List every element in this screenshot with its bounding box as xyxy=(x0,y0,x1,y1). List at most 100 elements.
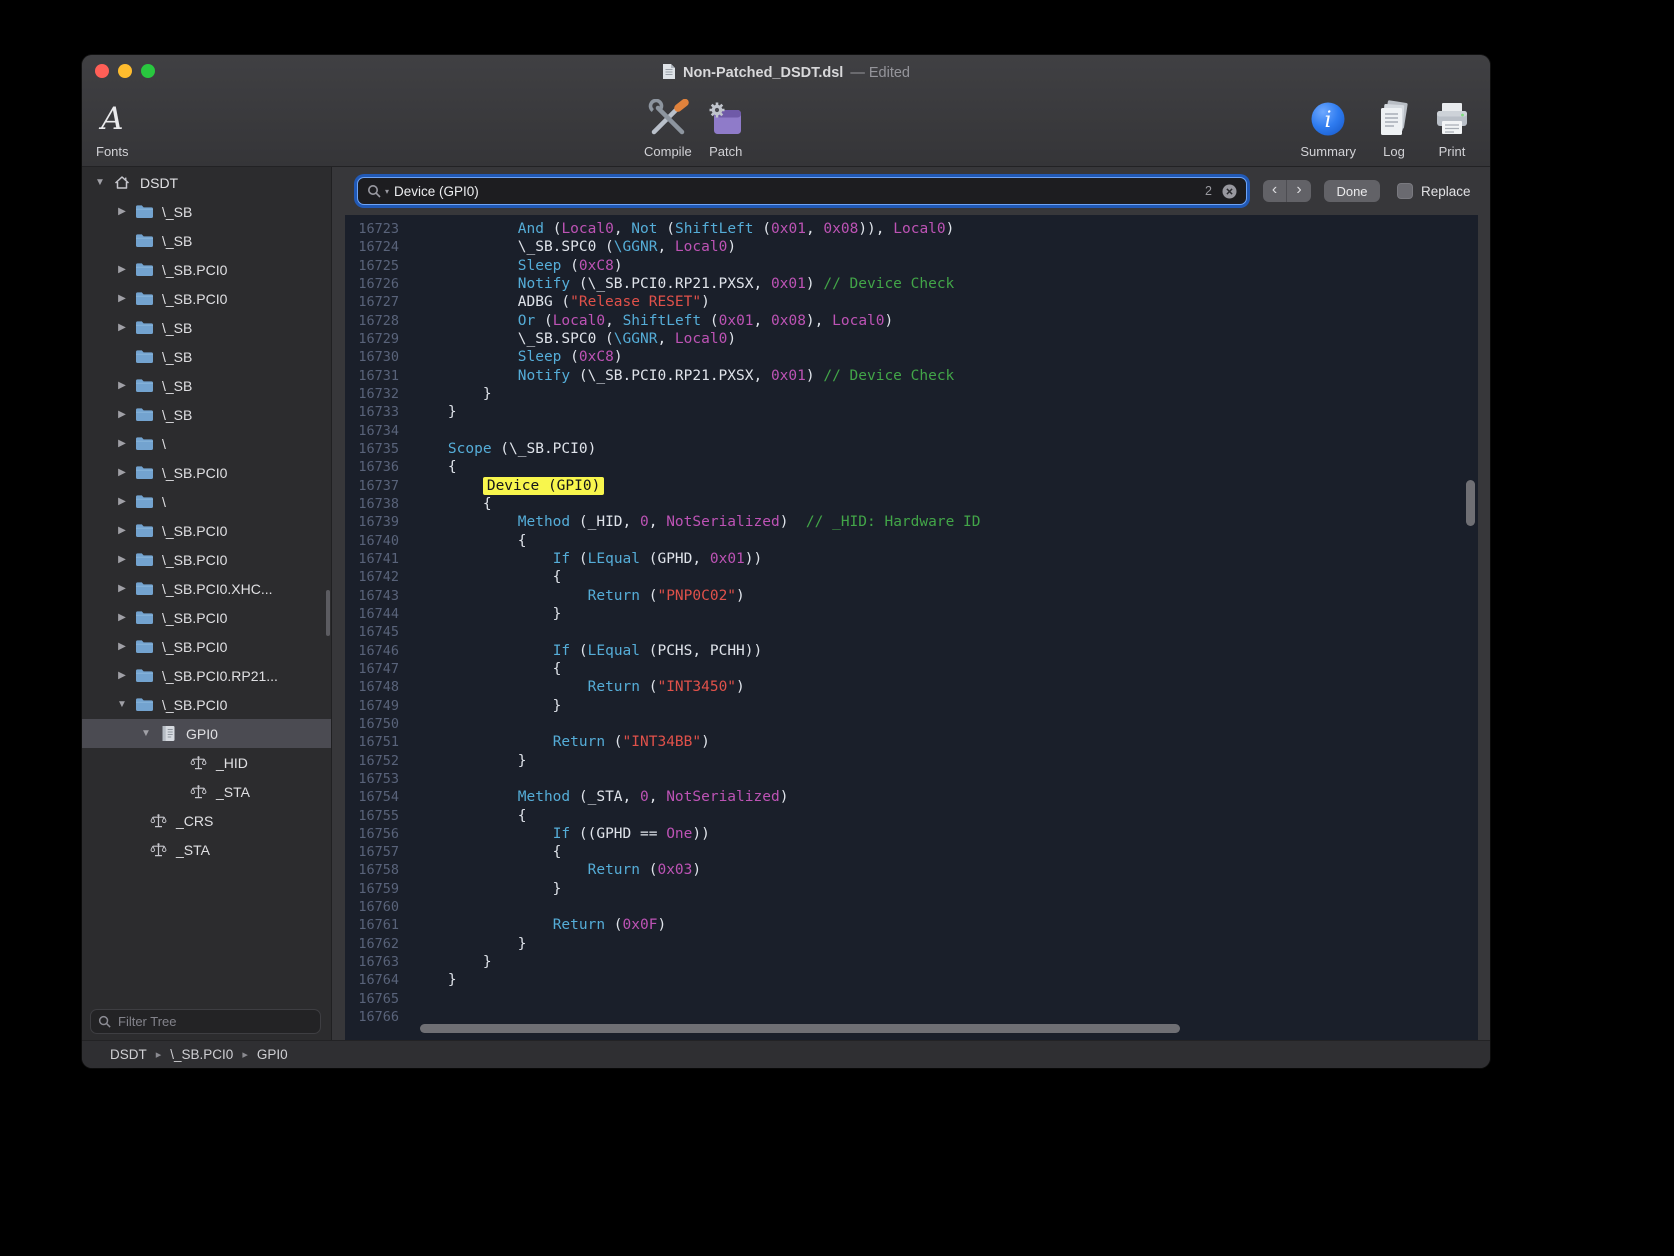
code-editor[interactable]: 16723 And (Local0, Not (ShiftLeft (0x01,… xyxy=(345,215,1478,1040)
tree-item[interactable]: _HID xyxy=(82,748,331,777)
tree-item[interactable]: ▶\_SB.PCI0 xyxy=(82,284,331,313)
tree-item[interactable]: \_SB xyxy=(82,342,331,371)
disclosure-right-icon[interactable]: ▶ xyxy=(112,206,132,217)
disclosure-down-icon[interactable]: ▼ xyxy=(112,699,132,710)
disclosure-right-icon[interactable]: ▶ xyxy=(112,380,132,391)
code-line: 16735 Scope (\_SB.PCI0) xyxy=(345,440,1478,458)
tree-item[interactable]: ▶\_SB xyxy=(82,400,331,429)
folder-icon xyxy=(132,291,156,306)
disclosure-right-icon[interactable]: ▶ xyxy=(112,583,132,594)
tree-item[interactable]: ▶\_SB xyxy=(82,313,331,342)
tree-item[interactable]: \_SB xyxy=(82,226,331,255)
tree-item[interactable]: _STA xyxy=(82,777,331,806)
tree-item[interactable]: ▼\_SB.PCI0 xyxy=(82,690,331,719)
horizontal-scrollbar-thumb[interactable] xyxy=(420,1024,1180,1033)
sidebar-scrollbar-thumb[interactable] xyxy=(326,590,330,636)
disclosure-right-icon[interactable]: ▶ xyxy=(112,612,132,623)
breadcrumb-item[interactable]: GPI0 xyxy=(257,1047,288,1062)
disclosure-right-icon[interactable]: ▶ xyxy=(112,641,132,652)
code-text: { xyxy=(403,458,457,476)
line-number: 16727 xyxy=(345,293,403,311)
tree-item[interactable]: ▶\_SB.PCI0 xyxy=(82,516,331,545)
line-number: 16744 xyxy=(345,605,403,623)
window-title: Non-Patched_DSDT.dsl xyxy=(683,65,843,81)
disclosure-right-icon[interactable]: ▶ xyxy=(112,293,132,304)
disclosure-right-icon[interactable]: ▶ xyxy=(112,670,132,681)
tree-item[interactable]: ▶\_SB.PCI0.XHC... xyxy=(82,574,331,603)
breadcrumb-item[interactable]: DSDT xyxy=(110,1047,147,1062)
edited-status: — Edited xyxy=(850,65,910,81)
disclosure-down-icon[interactable]: ▼ xyxy=(90,177,110,188)
code-text: Method (_STA, 0, NotSerialized) xyxy=(403,788,788,806)
tree-item[interactable]: ▶\_SB xyxy=(82,371,331,400)
code-text: } xyxy=(403,971,457,989)
tree-item[interactable]: ▼GPI0 xyxy=(82,719,331,748)
code-text xyxy=(403,898,413,916)
tree-item[interactable]: _CRS xyxy=(82,806,331,835)
search-scope-chevron-icon[interactable]: ▾ xyxy=(385,187,389,196)
breadcrumb-item[interactable]: \_SB.PCI0 xyxy=(170,1047,233,1062)
code-line: 16729 \_SB.SPC0 (\GGNR, Local0) xyxy=(345,330,1478,348)
tree-item[interactable]: ▶\_SB xyxy=(82,197,331,226)
disclosure-right-icon[interactable]: ▶ xyxy=(112,496,132,507)
code-line: 16744 } xyxy=(345,605,1478,623)
compile-button[interactable]: Compile xyxy=(644,97,692,159)
done-button[interactable]: Done xyxy=(1324,180,1380,202)
code-line: 16746 If (LEqual (PCHS, PCHH)) xyxy=(345,642,1478,660)
find-previous-button[interactable]: ‹ xyxy=(1263,180,1287,202)
clear-search-icon[interactable] xyxy=(1222,184,1237,199)
code-line: 16740 { xyxy=(345,532,1478,550)
patch-button[interactable]: Patch xyxy=(706,97,746,159)
folder-icon xyxy=(132,639,156,654)
tree-item[interactable]: ▼DSDT xyxy=(82,168,331,197)
disclosure-down-icon[interactable]: ▼ xyxy=(136,728,156,739)
code-line: 16762 } xyxy=(345,935,1478,953)
line-number: 16753 xyxy=(345,770,403,788)
tree-item[interactable]: ▶\_SB.PCI0.RP21... xyxy=(82,661,331,690)
tree-item[interactable]: ▶\_SB.PCI0 xyxy=(82,632,331,661)
disclosure-right-icon[interactable]: ▶ xyxy=(112,438,132,449)
print-button[interactable]: Print xyxy=(1432,97,1472,159)
fonts-button[interactable]: A Fonts xyxy=(96,97,129,159)
disclosure-right-icon[interactable]: ▶ xyxy=(112,264,132,275)
sidebar-tree: ▼DSDT▶\_SB\_SB▶\_SB.PCI0▶\_SB.PCI0▶\_SB\… xyxy=(82,167,331,864)
document-proxy-icon[interactable] xyxy=(662,63,676,84)
code-line: 16753 xyxy=(345,770,1478,788)
tree-item[interactable]: _STA xyxy=(82,835,331,864)
folder-icon xyxy=(132,262,156,277)
code-line: 16734 xyxy=(345,422,1478,440)
tree-item-label: _CRS xyxy=(176,813,213,829)
folder-icon xyxy=(132,494,156,509)
line-number: 16735 xyxy=(345,440,403,458)
code-line: 16739 Method (_HID, 0, NotSerialized) //… xyxy=(345,513,1478,531)
search-icon xyxy=(98,1015,112,1029)
code-line: 16728 Or (Local0, ShiftLeft (0x01, 0x08)… xyxy=(345,312,1478,330)
code-text: \_SB.SPC0 (\GGNR, Local0) xyxy=(403,330,736,348)
filter-tree-input[interactable]: Filter Tree xyxy=(90,1009,321,1034)
find-next-button[interactable]: › xyxy=(1287,180,1311,202)
vertical-scrollbar-thumb[interactable] xyxy=(1466,480,1475,526)
disclosure-right-icon[interactable]: ▶ xyxy=(112,525,132,536)
tree-item[interactable]: ▶ \_SB.PCI0 xyxy=(82,545,331,574)
tree-item-label: _STA xyxy=(216,784,250,800)
replace-checkbox[interactable] xyxy=(1397,183,1413,199)
line-number: 16745 xyxy=(345,623,403,641)
line-number: 16741 xyxy=(345,550,403,568)
tree-item[interactable]: ▶\ xyxy=(82,429,331,458)
find-input[interactable]: ▾ Device (GPI0) 2 xyxy=(357,177,1247,205)
line-number: 16734 xyxy=(345,422,403,440)
tree-item-label: \_SB.PCI0 xyxy=(162,552,227,568)
log-button[interactable]: Log xyxy=(1376,97,1412,159)
disclosure-right-icon[interactable]: ▶ xyxy=(112,322,132,333)
code-line: 16730 Sleep (0xC8) xyxy=(345,348,1478,366)
summary-button[interactable]: i Summary xyxy=(1300,97,1356,159)
disclosure-right-icon[interactable]: ▶ xyxy=(112,409,132,420)
code-line: 16765 xyxy=(345,990,1478,1008)
folder-icon xyxy=(132,668,156,683)
tree-item[interactable]: ▶\_SB.PCI0 xyxy=(82,458,331,487)
disclosure-right-icon[interactable]: ▶ xyxy=(112,554,132,565)
disclosure-right-icon[interactable]: ▶ xyxy=(112,467,132,478)
tree-item[interactable]: ▶\ xyxy=(82,487,331,516)
tree-item[interactable]: ▶\_SB.PCI0 xyxy=(82,603,331,632)
tree-item[interactable]: ▶\_SB.PCI0 xyxy=(82,255,331,284)
